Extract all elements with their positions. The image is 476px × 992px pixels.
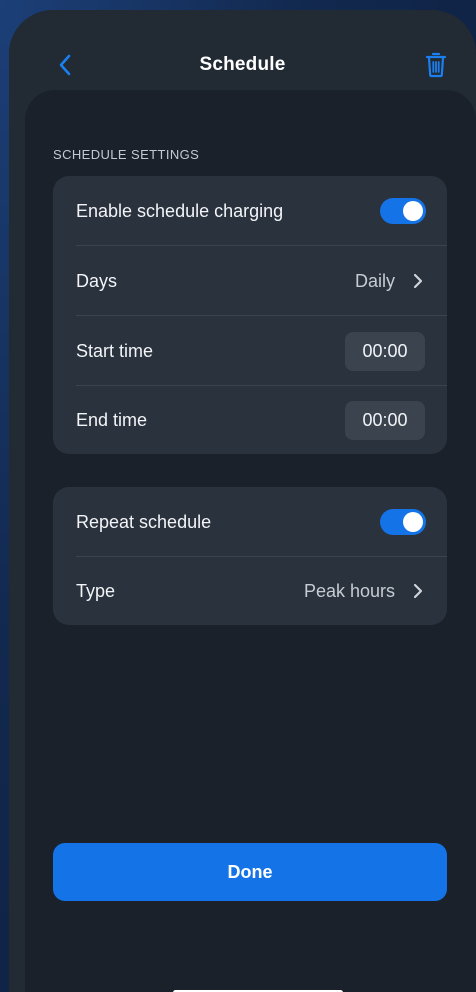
chevron-right-icon	[412, 583, 424, 599]
type-row[interactable]: Type Peak hours	[53, 556, 447, 626]
trash-icon	[425, 52, 447, 78]
enable-schedule-row: Enable schedule charging	[53, 176, 447, 246]
type-label: Type	[76, 580, 116, 601]
settings-sheet: SCHEDULE SETTINGS Enable schedule chargi…	[25, 90, 476, 992]
days-row[interactable]: Days Daily	[53, 246, 447, 316]
end-time-label: End time	[76, 409, 148, 430]
enable-schedule-label: Enable schedule charging	[76, 200, 284, 221]
toggle-knob	[403, 201, 423, 221]
page-title: Schedule	[199, 54, 286, 75]
repeat-schedule-row: Repeat schedule	[53, 487, 447, 557]
section-title: SCHEDULE SETTINGS	[53, 147, 200, 162]
toggle-knob	[403, 512, 423, 532]
repeat-schedule-label: Repeat schedule	[76, 511, 212, 532]
start-time-row: Start time 00:00	[53, 316, 447, 386]
done-button[interactable]: Done	[53, 843, 447, 901]
navigation-bar: Schedule	[9, 10, 476, 102]
days-value: Daily	[354, 270, 395, 291]
chevron-right-icon	[412, 273, 424, 289]
phone-screen: Schedule SCHEDULE SETTINGS Enable schedu…	[9, 10, 476, 992]
type-value: Peak hours	[303, 580, 395, 601]
delete-button[interactable]	[423, 51, 449, 79]
end-time-row: End time 00:00	[53, 385, 447, 455]
schedule-settings-card: Enable schedule charging Days Daily Star…	[53, 176, 447, 454]
start-time-picker[interactable]: 00:00	[345, 331, 425, 371]
end-time-picker[interactable]: 00:00	[345, 400, 425, 440]
repeat-settings-card: Repeat schedule Type Peak hours	[53, 487, 447, 625]
enable-schedule-toggle[interactable]	[380, 198, 426, 224]
start-time-label: Start time	[76, 340, 154, 361]
days-label: Days	[76, 270, 118, 291]
repeat-schedule-toggle[interactable]	[380, 509, 426, 535]
